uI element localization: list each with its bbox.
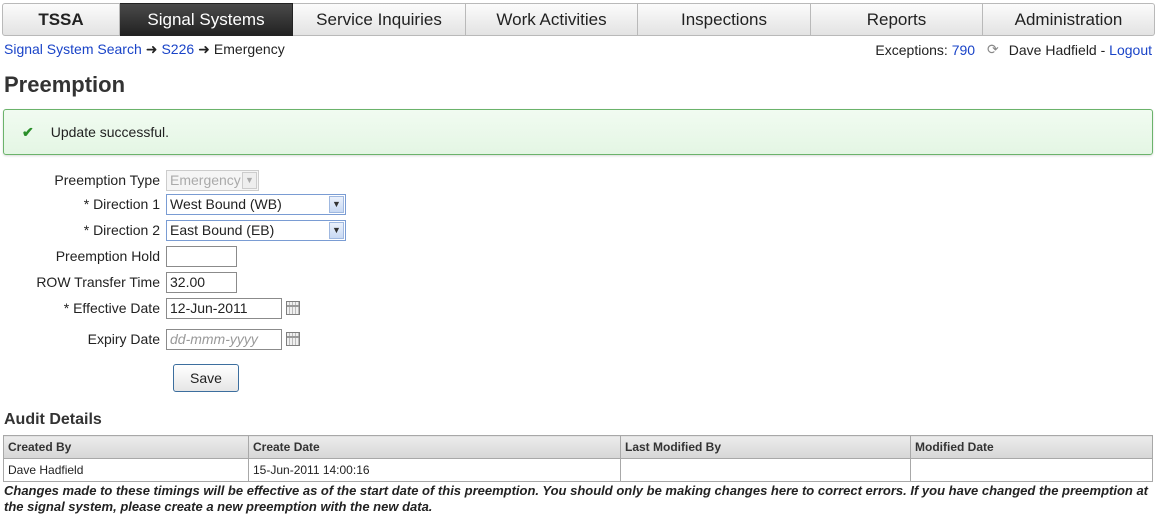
nav-tab-reports[interactable]: Reports bbox=[811, 3, 983, 36]
preemption-type-row: Preemption Type Emergency ▼ bbox=[0, 169, 259, 191]
modified-date-cell bbox=[910, 458, 1153, 482]
audit-details-heading: Audit Details bbox=[4, 411, 102, 428]
preemption-type-label: Preemption Type bbox=[54, 172, 160, 188]
table-row: Dave Hadfield 15-Jun-2011 14:00:16 bbox=[3, 458, 1153, 482]
exceptions-count-link[interactable]: 790 bbox=[952, 42, 975, 58]
column-header-modified-date: Modified Date bbox=[910, 435, 1153, 459]
nav-tab-inspections[interactable]: Inspections bbox=[638, 3, 811, 36]
breadcrumb-arrow-icon: ➜ bbox=[198, 41, 210, 57]
preemption-type-value: Emergency bbox=[170, 172, 241, 188]
expiry-date-input[interactable] bbox=[166, 328, 282, 350]
preemption-hold-label: Preemption Hold bbox=[55, 248, 160, 264]
created-by-cell: Dave Hadfield bbox=[3, 458, 249, 482]
breadcrumb-current: Emergency bbox=[213, 41, 285, 57]
last-modified-by-cell bbox=[620, 458, 911, 482]
calendar-icon[interactable] bbox=[286, 332, 300, 346]
chevron-down-icon[interactable]: ▼ bbox=[329, 221, 344, 239]
preemption-hold-input[interactable] bbox=[166, 245, 237, 267]
row-transfer-time-input[interactable] bbox=[166, 271, 237, 293]
chevron-down-icon[interactable]: ▼ bbox=[329, 195, 344, 213]
breadcrumb: Signal System Search ➜ S226 ➜ Emergency bbox=[4, 41, 285, 58]
user-bar: Exceptions: 790 ⟳ Dave Hadfield - Logout bbox=[875, 41, 1152, 58]
column-header-last-modified-by: Last Modified By bbox=[620, 435, 911, 459]
breadcrumb-arrow-icon: ➜ bbox=[145, 41, 158, 57]
success-message: Update successful. bbox=[50, 124, 170, 140]
preemption-type-select: Emergency ▼ bbox=[166, 169, 259, 191]
expiry-date-label: Expiry Date bbox=[87, 331, 160, 347]
breadcrumb-signal-system-search[interactable]: Signal System Search bbox=[4, 41, 142, 57]
direction1-label: * Direction 1 bbox=[83, 196, 160, 212]
nav-tab-work-activities[interactable]: Work Activities bbox=[466, 3, 638, 36]
create-date-cell: 15-Jun-2011 14:00:16 bbox=[248, 458, 621, 482]
breadcrumb-s226[interactable]: S226 bbox=[161, 41, 194, 57]
page-title: Preemption bbox=[4, 72, 126, 97]
exceptions-label: Exceptions: bbox=[875, 41, 948, 58]
main-nav: TSSA Signal Systems Service Inquiries Wo… bbox=[2, 3, 1155, 36]
nav-tab-service-inquiries[interactable]: Service Inquiries bbox=[293, 3, 466, 36]
direction2-label: * Direction 2 bbox=[83, 222, 160, 238]
chevron-down-icon: ▼ bbox=[242, 171, 257, 189]
column-header-created-by: Created By bbox=[3, 435, 249, 459]
direction1-row: * Direction 1 West Bound (WB) ▼ bbox=[0, 193, 346, 215]
column-header-create-date: Create Date bbox=[248, 435, 621, 459]
direction2-value: East Bound (EB) bbox=[170, 222, 275, 238]
timing-change-note: Changes made to these timings will be ef… bbox=[4, 483, 1149, 514]
direction2-select[interactable]: East Bound (EB) ▼ bbox=[166, 219, 346, 241]
save-button[interactable]: Save bbox=[173, 364, 239, 392]
refresh-icon[interactable]: ⟳ bbox=[987, 41, 999, 58]
nav-tab-signal-systems[interactable]: Signal Systems bbox=[120, 3, 293, 36]
expiry-date-row: Expiry Date bbox=[0, 328, 300, 350]
nav-tab-administration[interactable]: Administration bbox=[983, 3, 1155, 36]
direction1-select[interactable]: West Bound (WB) ▼ bbox=[166, 193, 346, 215]
audit-table: Created By Create Date Last Modified By … bbox=[3, 435, 1153, 482]
audit-header-row: Created By Create Date Last Modified By … bbox=[3, 435, 1153, 459]
user-separator: - bbox=[1100, 41, 1106, 58]
direction1-value: West Bound (WB) bbox=[170, 196, 282, 212]
checkmark-icon: ✔ bbox=[22, 123, 34, 140]
nav-tab-tssa[interactable]: TSSA bbox=[2, 3, 120, 36]
effective-date-label: * Effective Date bbox=[63, 300, 160, 316]
effective-date-input[interactable] bbox=[166, 297, 282, 319]
effective-date-row: * Effective Date bbox=[0, 297, 300, 319]
calendar-icon[interactable] bbox=[286, 301, 300, 315]
direction2-row: * Direction 2 East Bound (EB) ▼ bbox=[0, 219, 346, 241]
row-transfer-time-row: ROW Transfer Time bbox=[0, 271, 237, 293]
success-banner: ✔ Update successful. bbox=[3, 109, 1153, 155]
row-transfer-time-label: ROW Transfer Time bbox=[36, 274, 160, 290]
user-name: Dave Hadfield bbox=[1008, 41, 1097, 58]
preemption-hold-row: Preemption Hold bbox=[0, 245, 237, 267]
logout-link[interactable]: Logout bbox=[1109, 42, 1152, 58]
